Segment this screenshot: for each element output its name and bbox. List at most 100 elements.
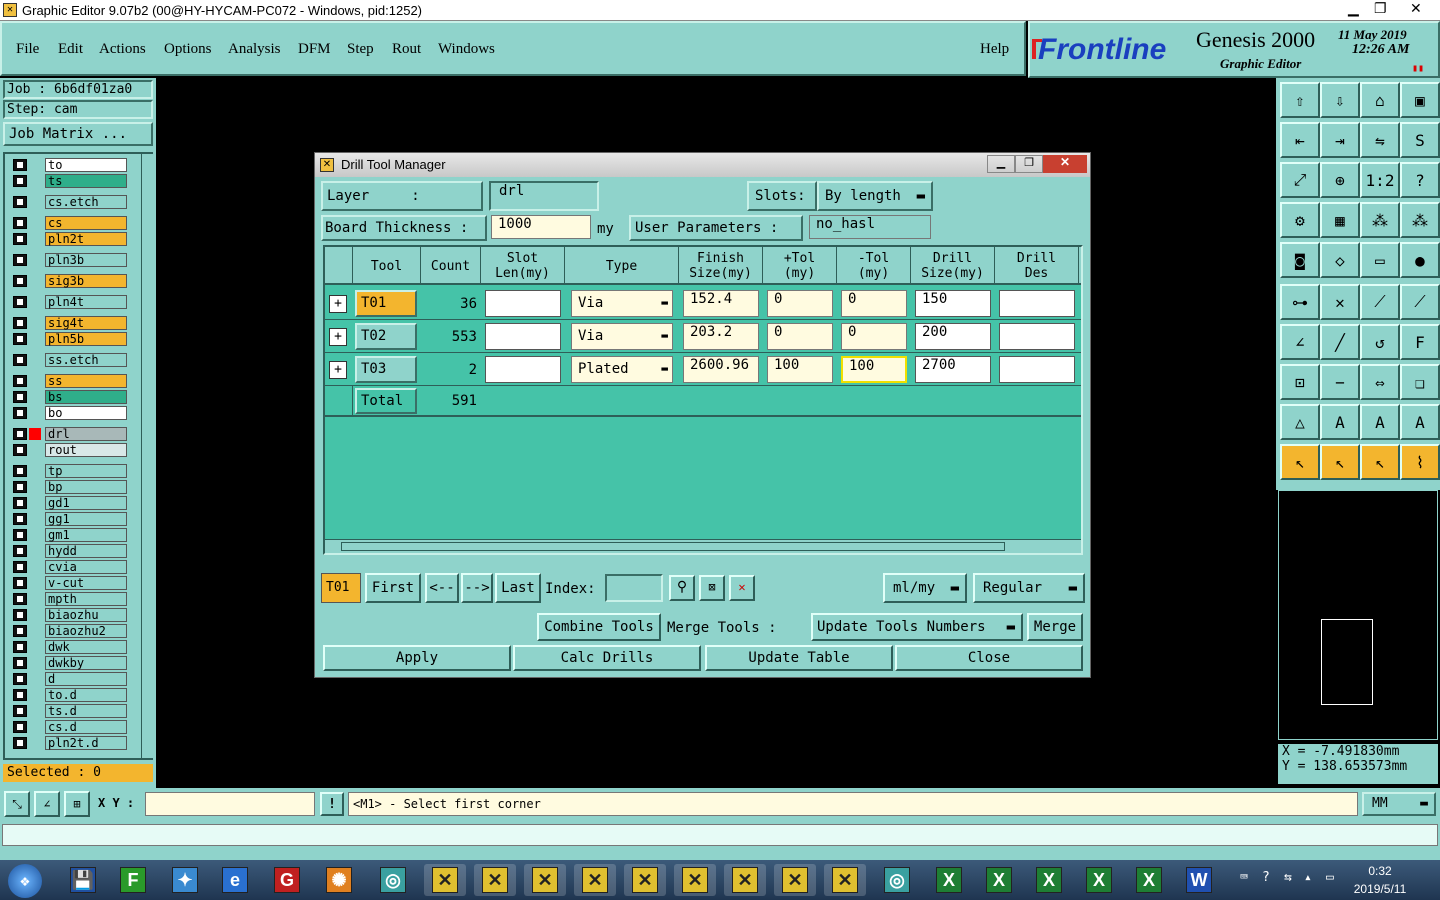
- cam-app-icon[interactable]: ◎: [372, 864, 414, 896]
- cursor-icon[interactable]: ↖: [1280, 444, 1320, 480]
- zoom-area-icon[interactable]: ⤡: [4, 791, 30, 817]
- plus-tol-input[interactable]: 0: [767, 323, 833, 350]
- layer-checkbox[interactable]: [13, 175, 27, 187]
- triangle-icon[interactable]: △: [1280, 404, 1320, 440]
- drill-size-input[interactable]: 150: [915, 290, 991, 317]
- layer-name[interactable]: cs.d: [45, 720, 127, 734]
- measure-icon[interactable]: ∠: [34, 791, 60, 817]
- merge-button[interactable]: Merge: [1027, 613, 1083, 641]
- excel-4-icon[interactable]: X: [1078, 864, 1120, 896]
- grid-icon[interactable]: ▦: [1320, 202, 1360, 238]
- cursor-circle-icon[interactable]: ↖: [1360, 444, 1400, 480]
- search-icon[interactable]: ⚲: [669, 575, 695, 601]
- layer-row-pln4t[interactable]: pln4t: [13, 295, 127, 309]
- clear-icon[interactable]: ✕: [729, 575, 755, 601]
- layer-checkbox[interactable]: [13, 737, 27, 749]
- shell-app-icon[interactable]: ✺: [318, 864, 360, 896]
- layer-row-hydd[interactable]: hydd: [13, 544, 127, 558]
- menu-actions[interactable]: Actions: [99, 41, 146, 58]
- layer-checkbox[interactable]: [13, 296, 27, 308]
- type-select[interactable]: Via ▬: [571, 323, 673, 350]
- layer-row-pln3b[interactable]: pln3b: [13, 253, 127, 267]
- next-button[interactable]: -->: [461, 573, 493, 603]
- net-icon[interactable]: ⊶: [1280, 284, 1320, 320]
- layer-checkbox[interactable]: [13, 689, 27, 701]
- export-icon[interactable]: ⇥: [1320, 122, 1360, 158]
- layer-checkbox[interactable]: [13, 217, 27, 229]
- line-red-icon[interactable]: ⟋: [1360, 284, 1400, 320]
- row-expand-icon[interactable]: +: [329, 361, 347, 379]
- layer-row-drl[interactable]: drl: [13, 427, 127, 441]
- tool-id[interactable]: T01: [355, 290, 417, 317]
- layer-row-cs.d[interactable]: cs.d: [13, 720, 127, 734]
- layer-name[interactable]: ts: [45, 174, 127, 188]
- layer-name[interactable]: mpth: [45, 592, 127, 606]
- display-icon[interactable]: ▭: [1326, 870, 1334, 885]
- menu-rout[interactable]: Rout: [392, 41, 421, 58]
- layer-checkbox[interactable]: [13, 428, 27, 440]
- dialog-maximize-icon[interactable]: ❐: [1015, 155, 1043, 173]
- slot-len-input[interactable]: [485, 290, 561, 317]
- group-icon[interactable]: ❏: [1400, 364, 1440, 400]
- s-curve-icon[interactable]: S: [1400, 122, 1440, 158]
- bird-app-icon[interactable]: ✦: [164, 864, 206, 896]
- drill-size-input[interactable]: 2700: [915, 356, 991, 383]
- layer-checkbox[interactable]: [13, 721, 27, 733]
- shape-icon[interactable]: ◇: [1320, 242, 1360, 278]
- minus-tol-input[interactable]: 0: [841, 323, 907, 350]
- center-icon[interactable]: ⊕: [1320, 162, 1360, 198]
- layer-row-cs[interactable]: cs: [13, 216, 127, 230]
- layer-name[interactable]: d: [45, 672, 127, 686]
- layer-checkbox[interactable]: [13, 625, 27, 637]
- house-icon[interactable]: ⌂: [1360, 82, 1400, 118]
- layer-checkbox[interactable]: [13, 233, 27, 245]
- graphic-editor-3-icon[interactable]: ✕: [524, 864, 566, 896]
- layer-row-dwkby[interactable]: dwkby: [13, 656, 127, 670]
- layer-checkbox[interactable]: [13, 196, 27, 208]
- layer-row-pln5b[interactable]: pln5b: [13, 332, 127, 346]
- drill-des-input[interactable]: [999, 290, 1075, 317]
- layer-name[interactable]: bp: [45, 480, 127, 494]
- layer-row-ts.d[interactable]: ts.d: [13, 704, 127, 718]
- dialog-minimize-icon[interactable]: ▁: [987, 155, 1015, 173]
- layer-row-v-cut[interactable]: v-cut: [13, 576, 127, 590]
- layer-checkbox[interactable]: [13, 481, 27, 493]
- chrome-app-icon[interactable]: G: [266, 864, 308, 896]
- layer-checkbox[interactable]: [13, 407, 27, 419]
- minus-icon[interactable]: −: [1320, 364, 1360, 400]
- layer-row-bp[interactable]: bp: [13, 480, 127, 494]
- graphic-editor-1-icon[interactable]: ✕: [424, 864, 466, 896]
- layer-name[interactable]: cvia: [45, 560, 127, 574]
- layer-name[interactable]: drl: [45, 427, 127, 441]
- layer-row-pln2t[interactable]: pln2t: [13, 232, 127, 246]
- layer-checkbox[interactable]: [13, 609, 27, 621]
- red-layers-icon[interactable]: ⁂: [1360, 202, 1400, 238]
- graphic-editor-6-icon[interactable]: ✕: [674, 864, 716, 896]
- type-select[interactable]: Plated ▬: [571, 356, 673, 383]
- layer-name[interactable]: gd1: [45, 496, 127, 510]
- minus-tol-input[interactable]: 100: [841, 356, 907, 383]
- graphic-editor-8-icon[interactable]: ✕: [774, 864, 816, 896]
- layer-name[interactable]: pln2t: [45, 232, 127, 246]
- layer-row-tp[interactable]: tp: [13, 464, 127, 478]
- swap-icon[interactable]: ⇋: [1360, 122, 1400, 158]
- panel-icon[interactable]: ▣: [1400, 82, 1440, 118]
- finish-size-input[interactable]: 203.2: [683, 323, 759, 350]
- layer-row-rout[interactable]: rout: [13, 443, 127, 457]
- help-icon[interactable]: ?: [1262, 870, 1270, 885]
- layer-name[interactable]: to: [45, 158, 127, 172]
- finish-size-input[interactable]: 152.4: [683, 290, 759, 317]
- first-button[interactable]: First: [365, 573, 421, 603]
- frontline-app-icon[interactable]: F: [112, 864, 154, 896]
- excel-2-icon[interactable]: X: [978, 864, 1020, 896]
- layer-name[interactable]: cs.etch: [45, 195, 127, 209]
- cross-icon[interactable]: ✕: [1320, 284, 1360, 320]
- layer-name[interactable]: ss: [45, 374, 127, 388]
- layer-checkbox[interactable]: [13, 545, 27, 557]
- layer-row-gd1[interactable]: gd1: [13, 496, 127, 510]
- menu-windows[interactable]: Windows: [438, 41, 495, 58]
- layer-checkbox[interactable]: [13, 275, 27, 287]
- line-blue-icon[interactable]: ⟋: [1400, 284, 1440, 320]
- f-icon[interactable]: F: [1400, 324, 1440, 360]
- tool-id[interactable]: T02: [355, 323, 417, 350]
